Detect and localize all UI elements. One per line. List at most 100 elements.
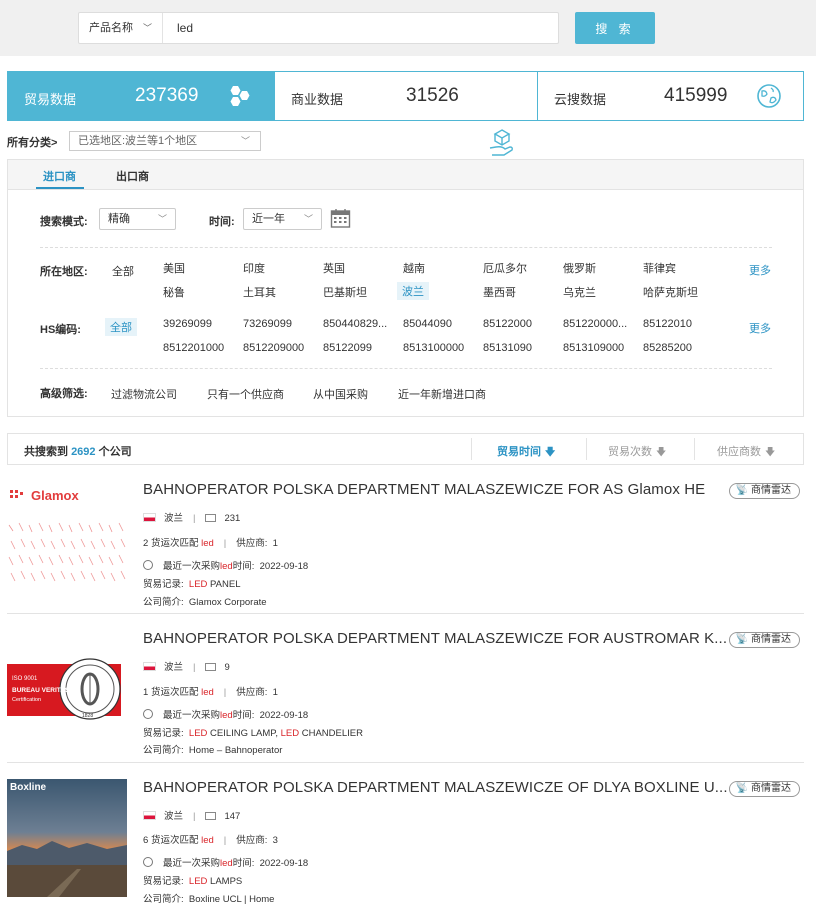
search-mode-select[interactable]: 精确 ﹀ bbox=[99, 208, 176, 230]
last-purchase-row: 最近一次采购led时间: 2022-09-18 bbox=[143, 707, 308, 721]
active-tab-indicator bbox=[36, 187, 84, 189]
poland-flag-icon bbox=[143, 513, 156, 522]
hs-code-item[interactable]: 39269099 bbox=[163, 318, 212, 330]
hs-code-item[interactable]: 85044090 bbox=[403, 318, 452, 330]
region-more-link[interactable]: 更多 bbox=[749, 262, 771, 278]
advanced-filter-label: 高级筛选: bbox=[40, 388, 88, 400]
sort-by-trade-count[interactable]: 贸易次数 🡇 bbox=[608, 443, 666, 462]
search-mode-label: 搜索模式: bbox=[40, 216, 88, 228]
company-intro-row: 公司简介: Glamox Corporate bbox=[143, 597, 267, 608]
business-radar-button[interactable]: 📡 商情雷达 bbox=[728, 483, 800, 499]
region-item[interactable]: 印度 bbox=[243, 260, 265, 276]
region-item[interactable]: 英国 bbox=[323, 260, 345, 276]
sort-by-trade-time[interactable]: 贸易时间 🡇 bbox=[497, 443, 555, 462]
region-item[interactable]: 美国 bbox=[163, 260, 185, 276]
region-item-selected[interactable]: 波兰 bbox=[397, 282, 429, 300]
stat-cloud-data[interactable]: 云搜数据 415999 bbox=[538, 72, 803, 120]
divider bbox=[40, 247, 772, 248]
logo-text: BUREAU VERITAS bbox=[12, 687, 70, 694]
filter-panel: 进口商 出口商 搜索模式: 精确 ﹀ 时间: 近一年 ﹀ 所在地区: 全部 美国… bbox=[7, 159, 804, 417]
region-item[interactable]: 哈萨克斯坦 bbox=[643, 284, 698, 300]
hs-code-item[interactable]: 85122099 bbox=[323, 342, 372, 354]
hs-code-item[interactable]: 85122010 bbox=[643, 318, 692, 330]
logo-text: 1828 bbox=[82, 713, 93, 719]
clock-icon bbox=[143, 560, 153, 570]
last-purchase-row: 最近一次采购led时间: 2022-09-18 bbox=[143, 558, 308, 572]
chevron-down-icon: ﹀ bbox=[240, 136, 250, 146]
trade-record-row: 贸易记录: LED PANEL bbox=[143, 579, 241, 590]
clock-icon bbox=[143, 857, 153, 867]
filter-single-supplier-option[interactable]: 只有一个供应商 bbox=[207, 386, 284, 402]
hs-code-item[interactable]: 85131090 bbox=[483, 342, 532, 354]
region-item[interactable]: 菲律宾 bbox=[643, 260, 676, 276]
filter-new-importer-option[interactable]: 近一年新增进口商 bbox=[398, 386, 486, 402]
filter-logistics-option[interactable]: 过滤物流公司 bbox=[111, 386, 177, 402]
company-intro-row: 公司简介: Home – Bahnoperator bbox=[143, 745, 283, 756]
globe-icon bbox=[757, 84, 781, 108]
tab-exporters[interactable]: 出口商 bbox=[116, 168, 149, 184]
logo-text: Glamox bbox=[31, 488, 79, 503]
trade-record-row: 贸易记录: LED CEILING LAMP, LED CHANDELIER bbox=[143, 728, 363, 739]
company-name[interactable]: BAHNOPERATOR POLSKA DEPARTMENT MALASZEWI… bbox=[143, 481, 705, 498]
tab-bar: 进口商 出口商 bbox=[8, 160, 803, 190]
hs-code-item[interactable]: 851220000... bbox=[563, 318, 627, 330]
sort-by-supplier-count[interactable]: 供应商数 🡇 bbox=[717, 443, 775, 462]
region-select[interactable]: 已选地区:波兰等1个地区 ﹀ bbox=[69, 131, 261, 151]
search-button[interactable]: 搜 索 bbox=[575, 12, 655, 44]
company-card: Glamox BAHNOPERATOR POLSKA DEPARTMENT MA… bbox=[0, 465, 816, 614]
logo-text: ISO 9001 bbox=[12, 676, 38, 682]
region-item[interactable]: 俄罗斯 bbox=[563, 260, 596, 276]
result-count: 2692 bbox=[71, 446, 96, 458]
hs-code-item[interactable]: 8513100000 bbox=[403, 342, 464, 354]
tab-importers[interactable]: 进口商 bbox=[43, 168, 76, 184]
hs-code-more-link[interactable]: 更多 bbox=[749, 320, 771, 336]
company-name[interactable]: BAHNOPERATOR POLSKA DEPARTMENT MALASZEWI… bbox=[143, 779, 728, 796]
region-item[interactable]: 土耳其 bbox=[243, 284, 276, 300]
shipment-row: 2 货运次匹配 led | 供应商: 1 bbox=[143, 538, 278, 549]
trade-record-row: 贸易记录: LED LAMPS bbox=[143, 876, 243, 887]
radar-icon: 📡 bbox=[735, 783, 748, 794]
region-item[interactable]: 墨西哥 bbox=[483, 284, 516, 300]
hs-code-item[interactable]: 8513109000 bbox=[563, 342, 624, 354]
company-name[interactable]: BAHNOPERATOR POLSKA DEPARTMENT MALASZEWI… bbox=[143, 630, 727, 647]
time-select[interactable]: 近一年 ﹀ bbox=[243, 208, 322, 230]
region-label: 所在地区: bbox=[40, 266, 88, 278]
hs-code-item[interactable]: 8512209000 bbox=[243, 342, 304, 354]
business-radar-button[interactable]: 📡 商情雷达 bbox=[728, 632, 800, 648]
hand-cube-icon[interactable] bbox=[488, 128, 516, 158]
poland-flag-icon bbox=[143, 811, 156, 820]
region-item[interactable]: 秘鲁 bbox=[163, 284, 185, 300]
stat-trade-data[interactable]: 贸易数据 237369 bbox=[8, 72, 274, 120]
company-location-row: 波兰 | 147 bbox=[143, 808, 240, 822]
region-item[interactable]: 越南 bbox=[403, 260, 425, 276]
region-all[interactable]: 全部 bbox=[112, 263, 134, 279]
region-item[interactable]: 巴基斯坦 bbox=[323, 284, 367, 300]
search-box: 产品名称 ﹀ bbox=[78, 12, 559, 44]
region-item[interactable]: 厄瓜多尔 bbox=[483, 260, 527, 276]
calendar-icon[interactable] bbox=[330, 208, 351, 229]
sort-divider bbox=[586, 438, 587, 460]
hs-code-item[interactable]: 850440829... bbox=[323, 318, 387, 330]
result-bar: 共搜索到 2692 个公司 贸易时间 🡇 贸易次数 🡇 供应商数 🡇 bbox=[7, 433, 804, 465]
filter-from-china-option[interactable]: 从中国采购 bbox=[313, 386, 368, 402]
chevron-down-icon: ﹀ bbox=[157, 214, 167, 224]
region-item[interactable]: 乌克兰 bbox=[563, 284, 596, 300]
search-input[interactable] bbox=[165, 13, 555, 43]
business-radar-button[interactable]: 📡 商情雷达 bbox=[728, 781, 800, 797]
company-logo-boxline: Boxline bbox=[7, 779, 127, 897]
time-label: 时间: bbox=[209, 216, 235, 228]
hs-code-all[interactable]: 全部 bbox=[105, 318, 137, 336]
hs-code-item[interactable]: 8512201000 bbox=[163, 342, 224, 354]
company-intro-row: 公司简介: Boxline UCL | Home bbox=[143, 894, 275, 905]
company-location-row: 波兰 | 231 bbox=[143, 510, 240, 524]
arrow-down-icon: 🡇 bbox=[765, 447, 776, 458]
mail-icon bbox=[205, 663, 217, 671]
search-type-select[interactable]: 产品名称 ﹀ bbox=[79, 13, 163, 43]
sort-divider bbox=[471, 438, 472, 460]
mail-icon bbox=[205, 812, 217, 820]
company-card: ISO 9001 BUREAU VERITAS Certification 18… bbox=[0, 614, 816, 763]
stat-business-data[interactable]: 商业数据 31526 bbox=[275, 72, 537, 120]
hs-code-item[interactable]: 73269099 bbox=[243, 318, 292, 330]
hs-code-item[interactable]: 85285200 bbox=[643, 342, 692, 354]
hs-code-item[interactable]: 85122000 bbox=[483, 318, 532, 330]
